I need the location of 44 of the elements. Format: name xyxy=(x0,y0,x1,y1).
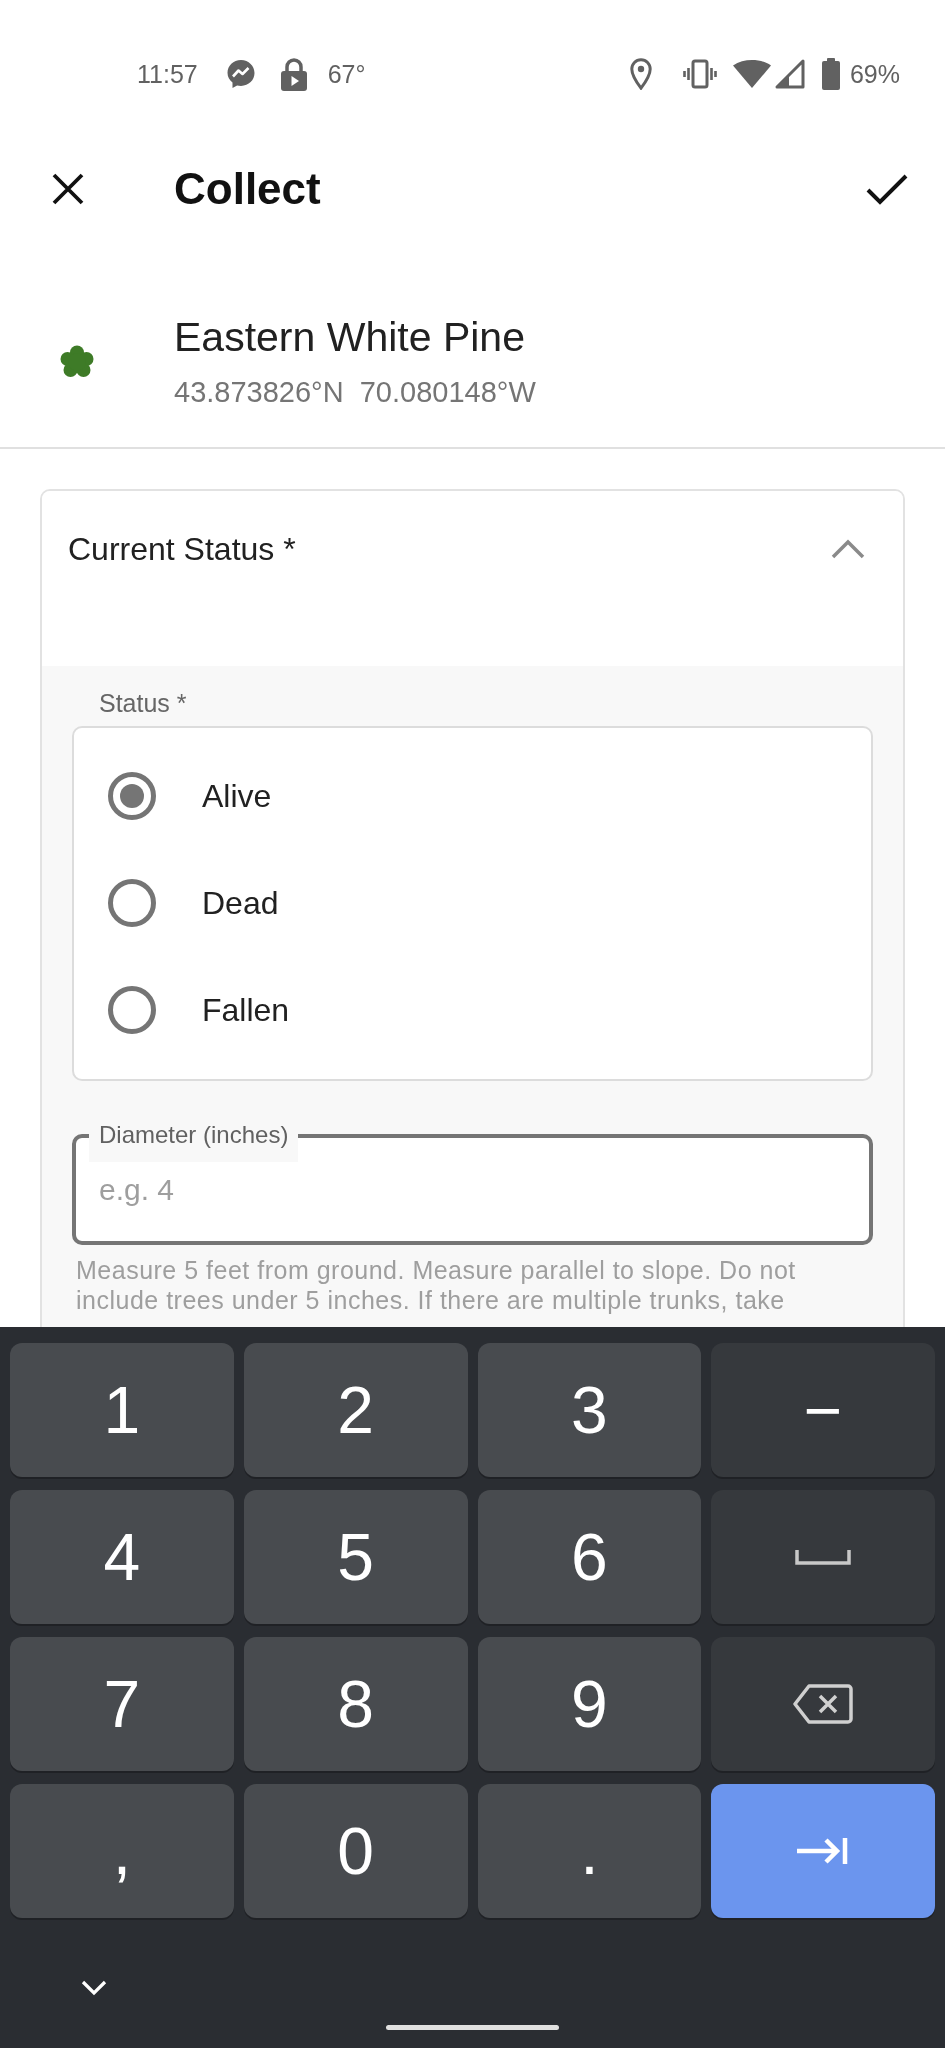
keyboard-key[interactable]: 1 xyxy=(10,1343,234,1477)
keyboard-key[interactable]: 0 xyxy=(243,1784,468,1918)
keyboard-key[interactable]: , xyxy=(10,1784,234,1918)
keyboard-key[interactable]: 8 xyxy=(243,1637,468,1771)
keyboard-key[interactable]: 4 xyxy=(10,1490,234,1624)
accordion-header[interactable]: Current Status * xyxy=(42,491,903,666)
chat-bubble-icon xyxy=(225,59,256,89)
chevron-down-icon xyxy=(81,1980,107,1996)
help-text: Measure 5 feet from ground. Measure parallel to slope. Do not include trees under 5 inches. If there are multiple trunks, take xyxy=(76,1255,797,1315)
hide-keyboard-button[interactable] xyxy=(81,1980,107,1996)
radio-button[interactable] xyxy=(108,985,156,1034)
location-pin-icon xyxy=(629,58,652,90)
check-icon xyxy=(866,173,908,205)
close-icon xyxy=(52,173,84,205)
battery-percent: 69% xyxy=(849,59,900,89)
keyboard-key[interactable]: 9 xyxy=(477,1637,702,1771)
page-title: Collect xyxy=(174,163,321,215)
coordinates-text: 43.873826°N 70.080148°W xyxy=(174,375,536,410)
status-time: 11:57 xyxy=(137,59,198,89)
temperature-text: 67° xyxy=(327,59,366,89)
option-label[interactable]: Fallen xyxy=(202,989,290,1030)
symbol-key[interactable]: − xyxy=(711,1343,935,1477)
space-icon xyxy=(795,1549,852,1565)
keyboard-key[interactable]: 2 xyxy=(243,1343,468,1477)
keyboard-key[interactable]: 3 xyxy=(477,1343,702,1477)
radio-button[interactable] xyxy=(108,771,156,820)
lock-icon xyxy=(279,57,308,91)
backspace-icon xyxy=(793,1684,854,1724)
radio-button[interactable] xyxy=(108,878,156,927)
species-name: Eastern White Pine xyxy=(174,313,526,361)
option-label[interactable]: Dead xyxy=(202,882,279,923)
backspace-key[interactable] xyxy=(711,1637,935,1771)
arrow-to-line-icon xyxy=(797,1836,850,1866)
field-label: Status * xyxy=(99,688,187,718)
keyboard-key[interactable]: 7 xyxy=(10,1637,234,1771)
keyboard-key[interactable]: . xyxy=(477,1784,702,1918)
foliage-icon xyxy=(60,344,94,379)
keyboard-key[interactable]: 6 xyxy=(477,1490,702,1624)
keyboard-key[interactable]: 5 xyxy=(243,1490,468,1624)
signal-icon xyxy=(774,59,805,89)
battery-icon xyxy=(821,58,840,90)
wifi-icon xyxy=(732,60,771,88)
vibrate-icon xyxy=(682,59,717,89)
option-label[interactable]: Alive xyxy=(202,775,272,816)
